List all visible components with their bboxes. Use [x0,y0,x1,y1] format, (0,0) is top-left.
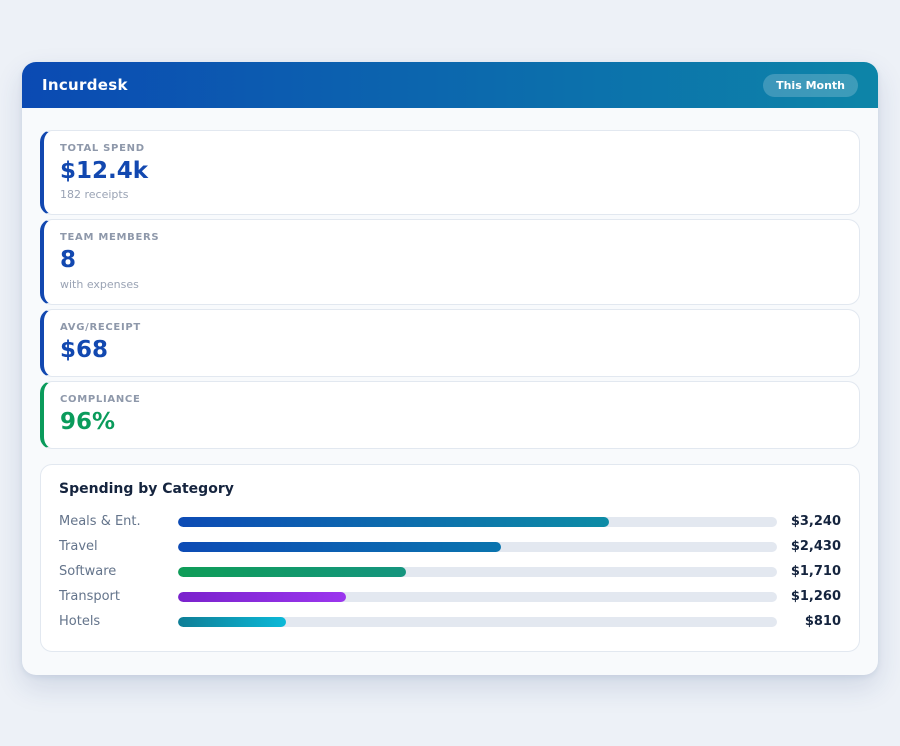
chart-bar-track [178,592,777,602]
chart-row-label: Travel [59,539,178,554]
stat-value: $68 [60,338,843,363]
stat-value: 8 [60,248,843,273]
chart-row-value: $1,710 [777,564,841,579]
chart-row-label: Software [59,564,178,579]
stat-label: TEAM MEMBERS [60,232,843,243]
chart-bar-track [178,567,777,577]
chart-bar-fill [178,542,501,552]
card-body: TOTAL SPEND $12.4k 182 receipts TEAM MEM… [22,108,878,675]
stat-card-compliance: COMPLIANCE 96% [40,381,860,449]
chart-row-value: $1,260 [777,589,841,604]
chart-row-value: $3,240 [777,514,841,529]
chart-bar-fill [178,517,609,527]
app-header: Incurdesk This Month [22,62,878,108]
chart-bar-track [178,617,777,627]
spending-chart-card: Spending by Category Meals & Ent. $3,240… [40,464,860,652]
chart-bar-fill [178,567,406,577]
stat-value: $12.4k [60,159,843,184]
chart-row-travel: Travel $2,430 [59,538,841,555]
chart-bar-fill [178,617,286,627]
chart-row-hotels: Hotels $810 [59,613,841,630]
stat-subtext: with expenses [60,278,843,291]
chart-row-value: $2,430 [777,539,841,554]
app-title: Incurdesk [42,76,128,94]
stat-label: AVG/RECEIPT [60,322,843,333]
chart-row-value: $810 [777,614,841,629]
chart-row-software: Software $1,710 [59,563,841,580]
chart-row-meals: Meals & Ent. $3,240 [59,513,841,530]
chart-bar-track [178,542,777,552]
chart-title: Spending by Category [59,481,841,497]
stat-card-total-spend: TOTAL SPEND $12.4k 182 receipts [40,130,860,215]
stat-label: COMPLIANCE [60,394,843,405]
dashboard-card: Incurdesk This Month TOTAL SPEND $12.4k … [22,62,878,675]
stat-card-avg-receipt: AVG/RECEIPT $68 [40,309,860,377]
stat-card-team-members: TEAM MEMBERS 8 with expenses [40,219,860,304]
chart-row-transport: Transport $1,260 [59,588,841,605]
chart-bar-fill [178,592,346,602]
stat-label: TOTAL SPEND [60,143,843,154]
stat-subtext: 182 receipts [60,188,843,201]
chart-row-label: Transport [59,589,178,604]
chart-row-label: Meals & Ent. [59,514,178,529]
chart-row-label: Hotels [59,614,178,629]
stat-value: 96% [60,410,843,435]
chart-bar-track [178,517,777,527]
period-badge[interactable]: This Month [763,74,858,97]
